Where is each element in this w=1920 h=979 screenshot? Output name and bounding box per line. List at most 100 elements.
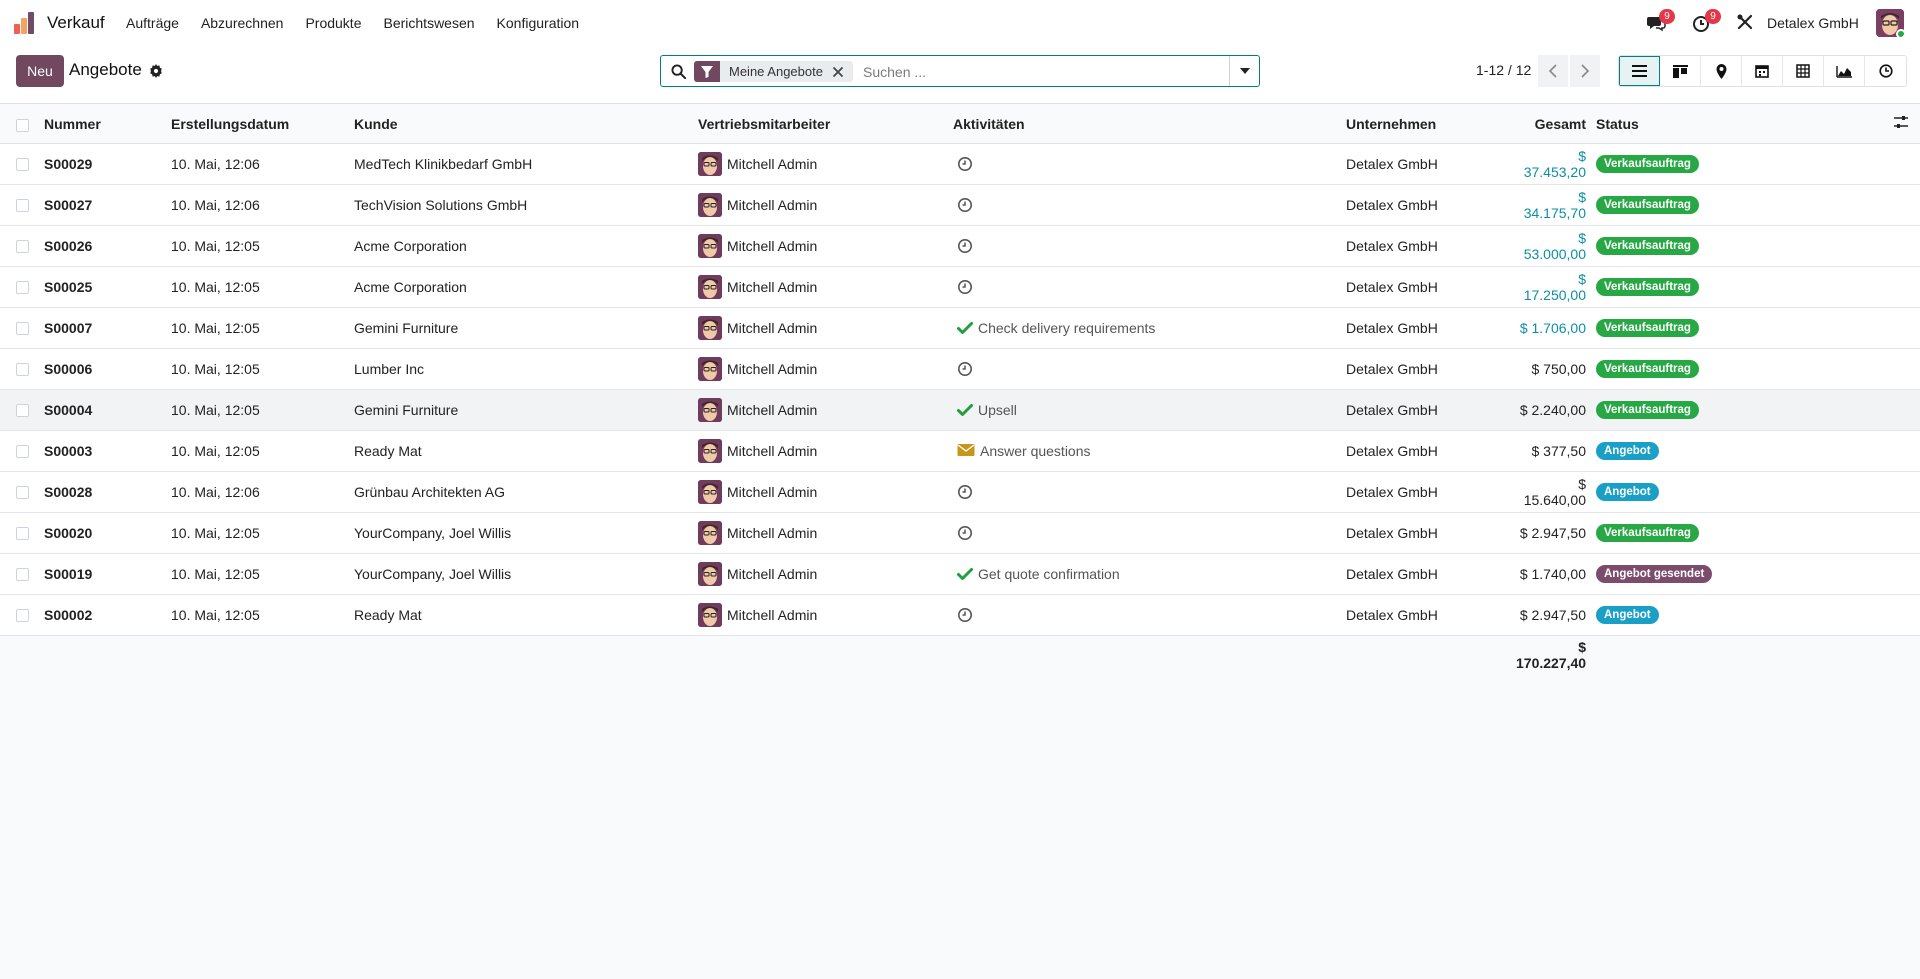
pager-value[interactable]: 1-12 / 12 [1476,62,1531,78]
pager-next-button[interactable] [1570,55,1600,87]
app-logo-icon[interactable] [14,12,36,34]
column-header-vertriebsmitarbeiter[interactable]: Vertriebsmitarbeiter [698,105,953,144]
column-header-gesamt[interactable]: Gesamt [1516,105,1596,144]
row-checkbox[interactable] [16,486,29,500]
table-row[interactable]: S00029 10. Mai, 12:06 MedTech Klinikbeda… [0,143,1920,185]
envelope-icon[interactable] [957,443,975,459]
activity-cell[interactable] [953,348,1346,390]
map-view-button[interactable] [1701,56,1742,86]
new-button[interactable]: Neu [16,55,64,87]
creation-date: 10. Mai, 12:06 [171,184,354,226]
activity-cell[interactable] [953,594,1346,636]
row-checkbox[interactable] [16,568,29,582]
customer-name: Ready Mat [354,430,698,472]
filter-icon [694,61,720,82]
activity-cell[interactable] [953,266,1346,308]
menu-item-produkte[interactable]: Produkte [305,15,361,31]
activity-cell[interactable] [953,184,1346,226]
clock-icon[interactable] [957,525,973,541]
menu-item-abzurechnen[interactable]: Abzurechnen [201,15,284,31]
page-title[interactable]: Angebote [69,60,142,80]
table-row[interactable]: S00026 10. Mai, 12:05 Acme Corporation M… [0,225,1920,267]
debug-tools-button[interactable] [1736,13,1756,33]
calendar-view-button[interactable] [1742,56,1783,86]
clock-icon[interactable] [957,361,973,377]
company-name: Detalex GmbH [1346,553,1516,595]
table-row[interactable]: S00004 10. Mai, 12:05 Gemini Furniture M… [0,389,1920,431]
check-icon[interactable] [957,566,973,582]
row-checkbox[interactable] [16,281,29,295]
creation-date: 10. Mai, 12:05 [171,512,354,554]
column-header-aktivitaeten[interactable]: Aktivitäten [953,105,1346,144]
amount-total: $ 750,00 [1516,348,1596,390]
kanban-view-button[interactable] [1660,56,1701,86]
clock-icon[interactable] [957,607,973,623]
table-row[interactable]: S00025 10. Mai, 12:05 Acme Corporation M… [0,266,1920,308]
amount-total: $ 2.947,50 [1516,512,1596,554]
status-badge: Verkaufsauftrag [1596,196,1699,214]
clock-icon[interactable] [957,279,973,295]
user-avatar[interactable] [1876,9,1904,37]
check-icon[interactable] [957,402,973,418]
table-row[interactable]: S00007 10. Mai, 12:05 Gemini Furniture M… [0,307,1920,349]
menu-item-auftraege[interactable]: Aufträge [126,15,179,31]
salesperson-avatar [698,438,722,463]
table-row[interactable]: S00020 10. Mai, 12:05 YourCompany, Joel … [0,512,1920,554]
column-header-status[interactable]: Status [1596,105,1850,144]
close-icon[interactable] [831,65,845,79]
row-checkbox[interactable] [16,445,29,459]
check-icon[interactable] [957,320,973,336]
list-view-button[interactable] [1619,56,1660,86]
column-header-erstellungsdatum[interactable]: Erstellungsdatum [171,105,354,144]
activity-cell[interactable]: Get quote confirmation [953,553,1346,595]
row-checkbox[interactable] [16,609,29,623]
search-input[interactable] [863,61,1243,82]
column-header-nummer[interactable]: Nummer [44,105,171,144]
graph-view-button[interactable] [1824,56,1865,86]
clock-icon[interactable] [957,484,973,500]
activity-cell[interactable]: Upsell [953,389,1346,431]
menu-item-konfiguration[interactable]: Konfiguration [497,15,580,31]
order-number: S00004 [44,389,171,431]
clock-icon[interactable] [957,197,973,213]
app-name[interactable]: Verkauf [47,13,105,33]
row-checkbox[interactable] [16,404,29,418]
activity-cell[interactable] [953,471,1346,513]
order-number: S00002 [44,594,171,636]
activity-cell[interactable] [953,143,1346,185]
company-switcher[interactable]: Detalex GmbH [1767,15,1859,31]
table-row[interactable]: S00028 10. Mai, 12:06 Grünbau Architekte… [0,471,1920,513]
sliders-icon[interactable] [1893,114,1909,130]
select-all-checkbox[interactable] [16,118,29,132]
menu-item-berichtswesen[interactable]: Berichtswesen [384,15,475,31]
table-row[interactable]: S00002 10. Mai, 12:05 Ready Mat Mitchell… [0,594,1920,636]
column-header-kunde[interactable]: Kunde [354,105,698,144]
clock-icon[interactable] [957,238,973,254]
activity-cell[interactable] [953,225,1346,267]
row-checkbox[interactable] [16,322,29,336]
search-icon[interactable] [671,64,686,79]
activity-cell[interactable]: Answer questions [953,430,1346,472]
table-row[interactable]: S00003 10. Mai, 12:05 Ready Mat Mitchell… [0,430,1920,472]
table-row[interactable]: S00019 10. Mai, 12:05 YourCompany, Joel … [0,553,1920,595]
customer-name: TechVision Solutions GmbH [354,184,698,226]
table-row[interactable]: S00027 10. Mai, 12:06 TechVision Solutio… [0,184,1920,226]
pivot-view-button[interactable] [1783,56,1824,86]
messages-button[interactable]: 9 [1646,9,1675,33]
row-checkbox[interactable] [16,240,29,254]
clock-icon[interactable] [957,156,973,172]
activity-cell[interactable] [953,512,1346,554]
row-checkbox[interactable] [16,363,29,377]
activity-cell[interactable]: Check delivery requirements [953,307,1346,349]
row-checkbox[interactable] [16,158,29,172]
activities-button[interactable]: 9 [1692,9,1721,33]
column-header-unternehmen[interactable]: Unternehmen [1346,105,1516,144]
row-checkbox[interactable] [16,199,29,213]
row-checkbox[interactable] [16,527,29,541]
table-row[interactable]: S00006 10. Mai, 12:05 Lumber Inc Mitchel… [0,348,1920,390]
activity-view-button[interactable] [1865,56,1906,86]
gear-icon[interactable] [149,64,163,78]
company-name: Detalex GmbH [1346,184,1516,226]
search-options-toggle[interactable] [1229,56,1259,86]
pager-previous-button[interactable] [1538,55,1568,87]
